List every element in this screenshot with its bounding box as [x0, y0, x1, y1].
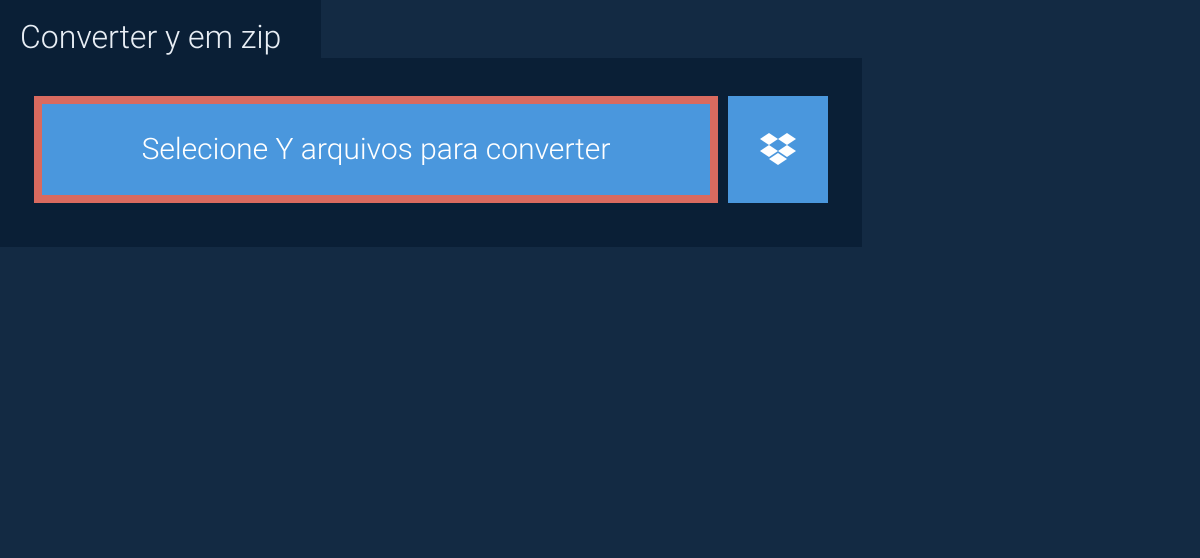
select-files-label: Selecione Y arquivos para converter: [142, 132, 611, 167]
panel-content: Selecione Y arquivos para converter: [0, 58, 862, 247]
tab-header: Converter y em zip: [0, 0, 321, 74]
dropbox-button[interactable]: [728, 96, 828, 203]
button-row: Selecione Y arquivos para converter: [34, 96, 828, 203]
dropbox-icon: [760, 133, 796, 167]
tab-label: Converter y em zip: [20, 18, 281, 56]
active-tab[interactable]: Converter y em zip: [0, 0, 321, 74]
converter-panel: Selecione Y arquivos para converter: [0, 58, 862, 247]
select-files-button[interactable]: Selecione Y arquivos para converter: [34, 96, 718, 203]
